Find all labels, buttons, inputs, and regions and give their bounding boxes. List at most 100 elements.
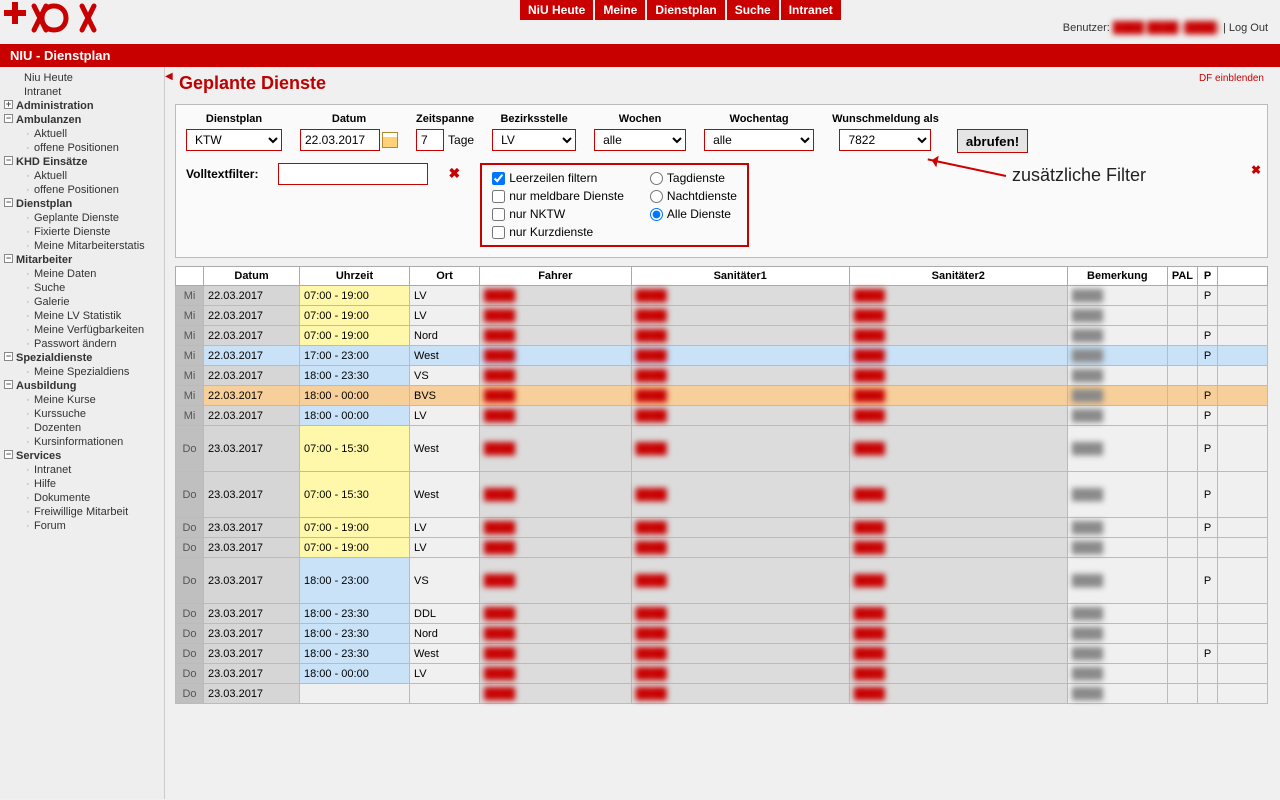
sidebar-item[interactable]: −Ausbildung <box>0 379 164 393</box>
sidebar-item[interactable]: Aktuell <box>0 127 164 141</box>
table-row[interactable]: Mi22.03.201718:00 - 00:00BVS████████████… <box>176 386 1268 406</box>
wochentag-select[interactable]: alle <box>704 129 814 151</box>
rb-alle[interactable]: Alle Dienste <box>650 207 737 221</box>
sidebar-item[interactable]: −Ambulanzen <box>0 113 164 127</box>
sidebar-item[interactable]: Meine Verfügbarkeiten <box>0 323 164 337</box>
dienstplan-select[interactable]: KTW <box>186 129 282 151</box>
table-row[interactable]: Do23.03.201718:00 - 23:30DDL████████████… <box>176 604 1268 624</box>
table-row[interactable]: Mi22.03.201717:00 - 23:00West███████████… <box>176 346 1268 366</box>
sidebar-item[interactable]: Aktuell <box>0 169 164 183</box>
table-row[interactable]: Mi22.03.201707:00 - 19:00LV█████████████… <box>176 306 1268 326</box>
rb-nacht[interactable]: Nachtdienste <box>650 189 737 203</box>
sidebar-item[interactable]: Meine Spezialdiens <box>0 365 164 379</box>
sidebar-item[interactable]: −Services <box>0 449 164 463</box>
table-row[interactable]: Do23.03.201707:00 - 19:00LV█████████████… <box>176 538 1268 558</box>
tree-toggle-icon[interactable]: − <box>4 114 13 123</box>
table-row[interactable]: Mi22.03.201718:00 - 00:00LV█████████████… <box>176 406 1268 426</box>
table-row[interactable]: Mi22.03.201718:00 - 23:30VS█████████████… <box>176 366 1268 386</box>
sidebar-item[interactable]: −Mitarbeiter <box>0 253 164 267</box>
logout-link[interactable]: Log Out <box>1229 22 1268 34</box>
topnav-intranet[interactable]: Intranet <box>781 0 841 20</box>
sidebar-item[interactable]: +Administration <box>0 99 164 113</box>
sidebar-item[interactable]: Geplante Dienste <box>0 211 164 225</box>
sidebar-item[interactable]: Meine LV Statistik <box>0 309 164 323</box>
table-row[interactable]: Mi22.03.201707:00 - 19:00LV█████████████… <box>176 286 1268 306</box>
tree-toggle-icon[interactable]: − <box>4 450 13 459</box>
sidebar-item[interactable]: Dokumente <box>0 491 164 505</box>
sidebar-item[interactable]: −Spezialdienste <box>0 351 164 365</box>
table-cell: Do <box>176 664 204 684</box>
sidebar-item[interactable]: Meine Mitarbeiterstatis <box>0 239 164 253</box>
tree-toggle-icon[interactable]: + <box>4 100 13 109</box>
tree-toggle-icon[interactable]: − <box>4 352 13 361</box>
sidebar-item[interactable]: Meine Kurse <box>0 393 164 407</box>
tree-toggle-icon[interactable]: − <box>4 156 13 165</box>
cb-kurz[interactable]: nur Kurzdienste <box>492 225 624 239</box>
table-cell: ████ <box>849 538 1067 558</box>
sidebar-item-label: offene Positionen <box>34 142 119 154</box>
table-cell <box>1167 624 1197 644</box>
table-cell: ████ <box>1067 684 1167 704</box>
clear-volltext-icon[interactable]: ✖ <box>448 163 460 182</box>
cb-leerzeilen[interactable]: Leerzeilen filtern <box>492 171 624 185</box>
table-row[interactable]: Do23.03.201718:00 - 00:00LV█████████████… <box>176 664 1268 684</box>
topnav-suche[interactable]: Suche <box>727 0 779 20</box>
sidebar-item[interactable]: −KHD Einsätze <box>0 155 164 169</box>
sidebar-item[interactable]: Meine Daten <box>0 267 164 281</box>
table-cell: Do <box>176 472 204 518</box>
table-row[interactable]: Do23.03.201707:00 - 15:30West███████████… <box>176 472 1268 518</box>
datum-input[interactable] <box>300 129 380 151</box>
sidebar-item[interactable]: Dozenten <box>0 421 164 435</box>
sidebar-item[interactable]: Passwort ändern <box>0 337 164 351</box>
sidebar-item[interactable]: Kurssuche <box>0 407 164 421</box>
tree-toggle-icon[interactable]: − <box>4 254 13 263</box>
table-cell: ████ <box>631 538 849 558</box>
table-cell: 23.03.2017 <box>204 538 300 558</box>
wunsch-select[interactable]: 7822 <box>839 129 931 151</box>
collapse-sidebar-icon[interactable]: ◀ <box>165 71 177 83</box>
table-cell: 23.03.2017 <box>204 518 300 538</box>
sidebar-item[interactable]: Intranet <box>0 463 164 477</box>
wochen-select[interactable]: alle <box>594 129 686 151</box>
table-row[interactable]: Do23.03.201707:00 - 15:30West███████████… <box>176 426 1268 472</box>
table-cell: ████ <box>480 286 632 306</box>
sidebar-item[interactable]: Kursinformationen <box>0 435 164 449</box>
table-row[interactable]: Mi22.03.201707:00 - 19:00Nord███████████… <box>176 326 1268 346</box>
sidebar-item[interactable]: Freiwillige Mitarbeit <box>0 505 164 519</box>
close-filter-icon[interactable]: ✖ <box>1251 163 1261 177</box>
sidebar-item[interactable]: −Dienstplan <box>0 197 164 211</box>
table-row[interactable]: Do23.03.201718:00 - 23:30Nord███████████… <box>176 624 1268 644</box>
sidebar-item[interactable]: Galerie <box>0 295 164 309</box>
topnav-meine[interactable]: Meine <box>595 0 645 20</box>
sidebar-item[interactable]: offene Positionen <box>0 183 164 197</box>
tree-toggle-icon[interactable]: − <box>4 380 13 389</box>
topnav-niuheute[interactable]: NiU Heute <box>520 0 593 20</box>
cb-meldbare[interactable]: nur meldbare Dienste <box>492 189 624 203</box>
topnav-dienstplan[interactable]: Dienstplan <box>647 0 724 20</box>
df-einblenden-link[interactable]: DF einblenden <box>1199 73 1264 84</box>
table-cell: Mi <box>176 346 204 366</box>
sidebar-item[interactable]: Intranet <box>0 85 164 99</box>
table-cell: 18:00 - 23:30 <box>300 644 410 664</box>
table-cell: ████ <box>480 604 632 624</box>
bezirksstelle-select[interactable]: LV <box>492 129 576 151</box>
zeitspanne-input[interactable] <box>416 129 444 151</box>
sidebar-item[interactable]: Hilfe <box>0 477 164 491</box>
volltext-input[interactable] <box>278 163 428 185</box>
calendar-icon[interactable] <box>382 132 398 148</box>
abrufen-button[interactable]: abrufen! <box>957 129 1028 153</box>
table-row[interactable]: Do23.03.201718:00 - 23:30West███████████… <box>176 644 1268 664</box>
sidebar-item[interactable]: Fixierte Dienste <box>0 225 164 239</box>
cb-nktw[interactable]: nur NKTW <box>492 207 624 221</box>
table-row[interactable]: Do23.03.201707:00 - 19:00LV█████████████… <box>176 518 1268 538</box>
table-cell <box>1167 518 1197 538</box>
rb-tag[interactable]: Tagdienste <box>650 171 737 185</box>
table-cell: 22.03.2017 <box>204 346 300 366</box>
tree-toggle-icon[interactable]: − <box>4 198 13 207</box>
table-row[interactable]: Do23.03.201718:00 - 23:00VS█████████████… <box>176 558 1268 604</box>
table-row[interactable]: Do23.03.2017████████████████ <box>176 684 1268 704</box>
sidebar-item[interactable]: Suche <box>0 281 164 295</box>
sidebar-item[interactable]: offene Positionen <box>0 141 164 155</box>
sidebar-item[interactable]: Forum <box>0 519 164 533</box>
sidebar-item[interactable]: Niu Heute <box>0 71 164 85</box>
